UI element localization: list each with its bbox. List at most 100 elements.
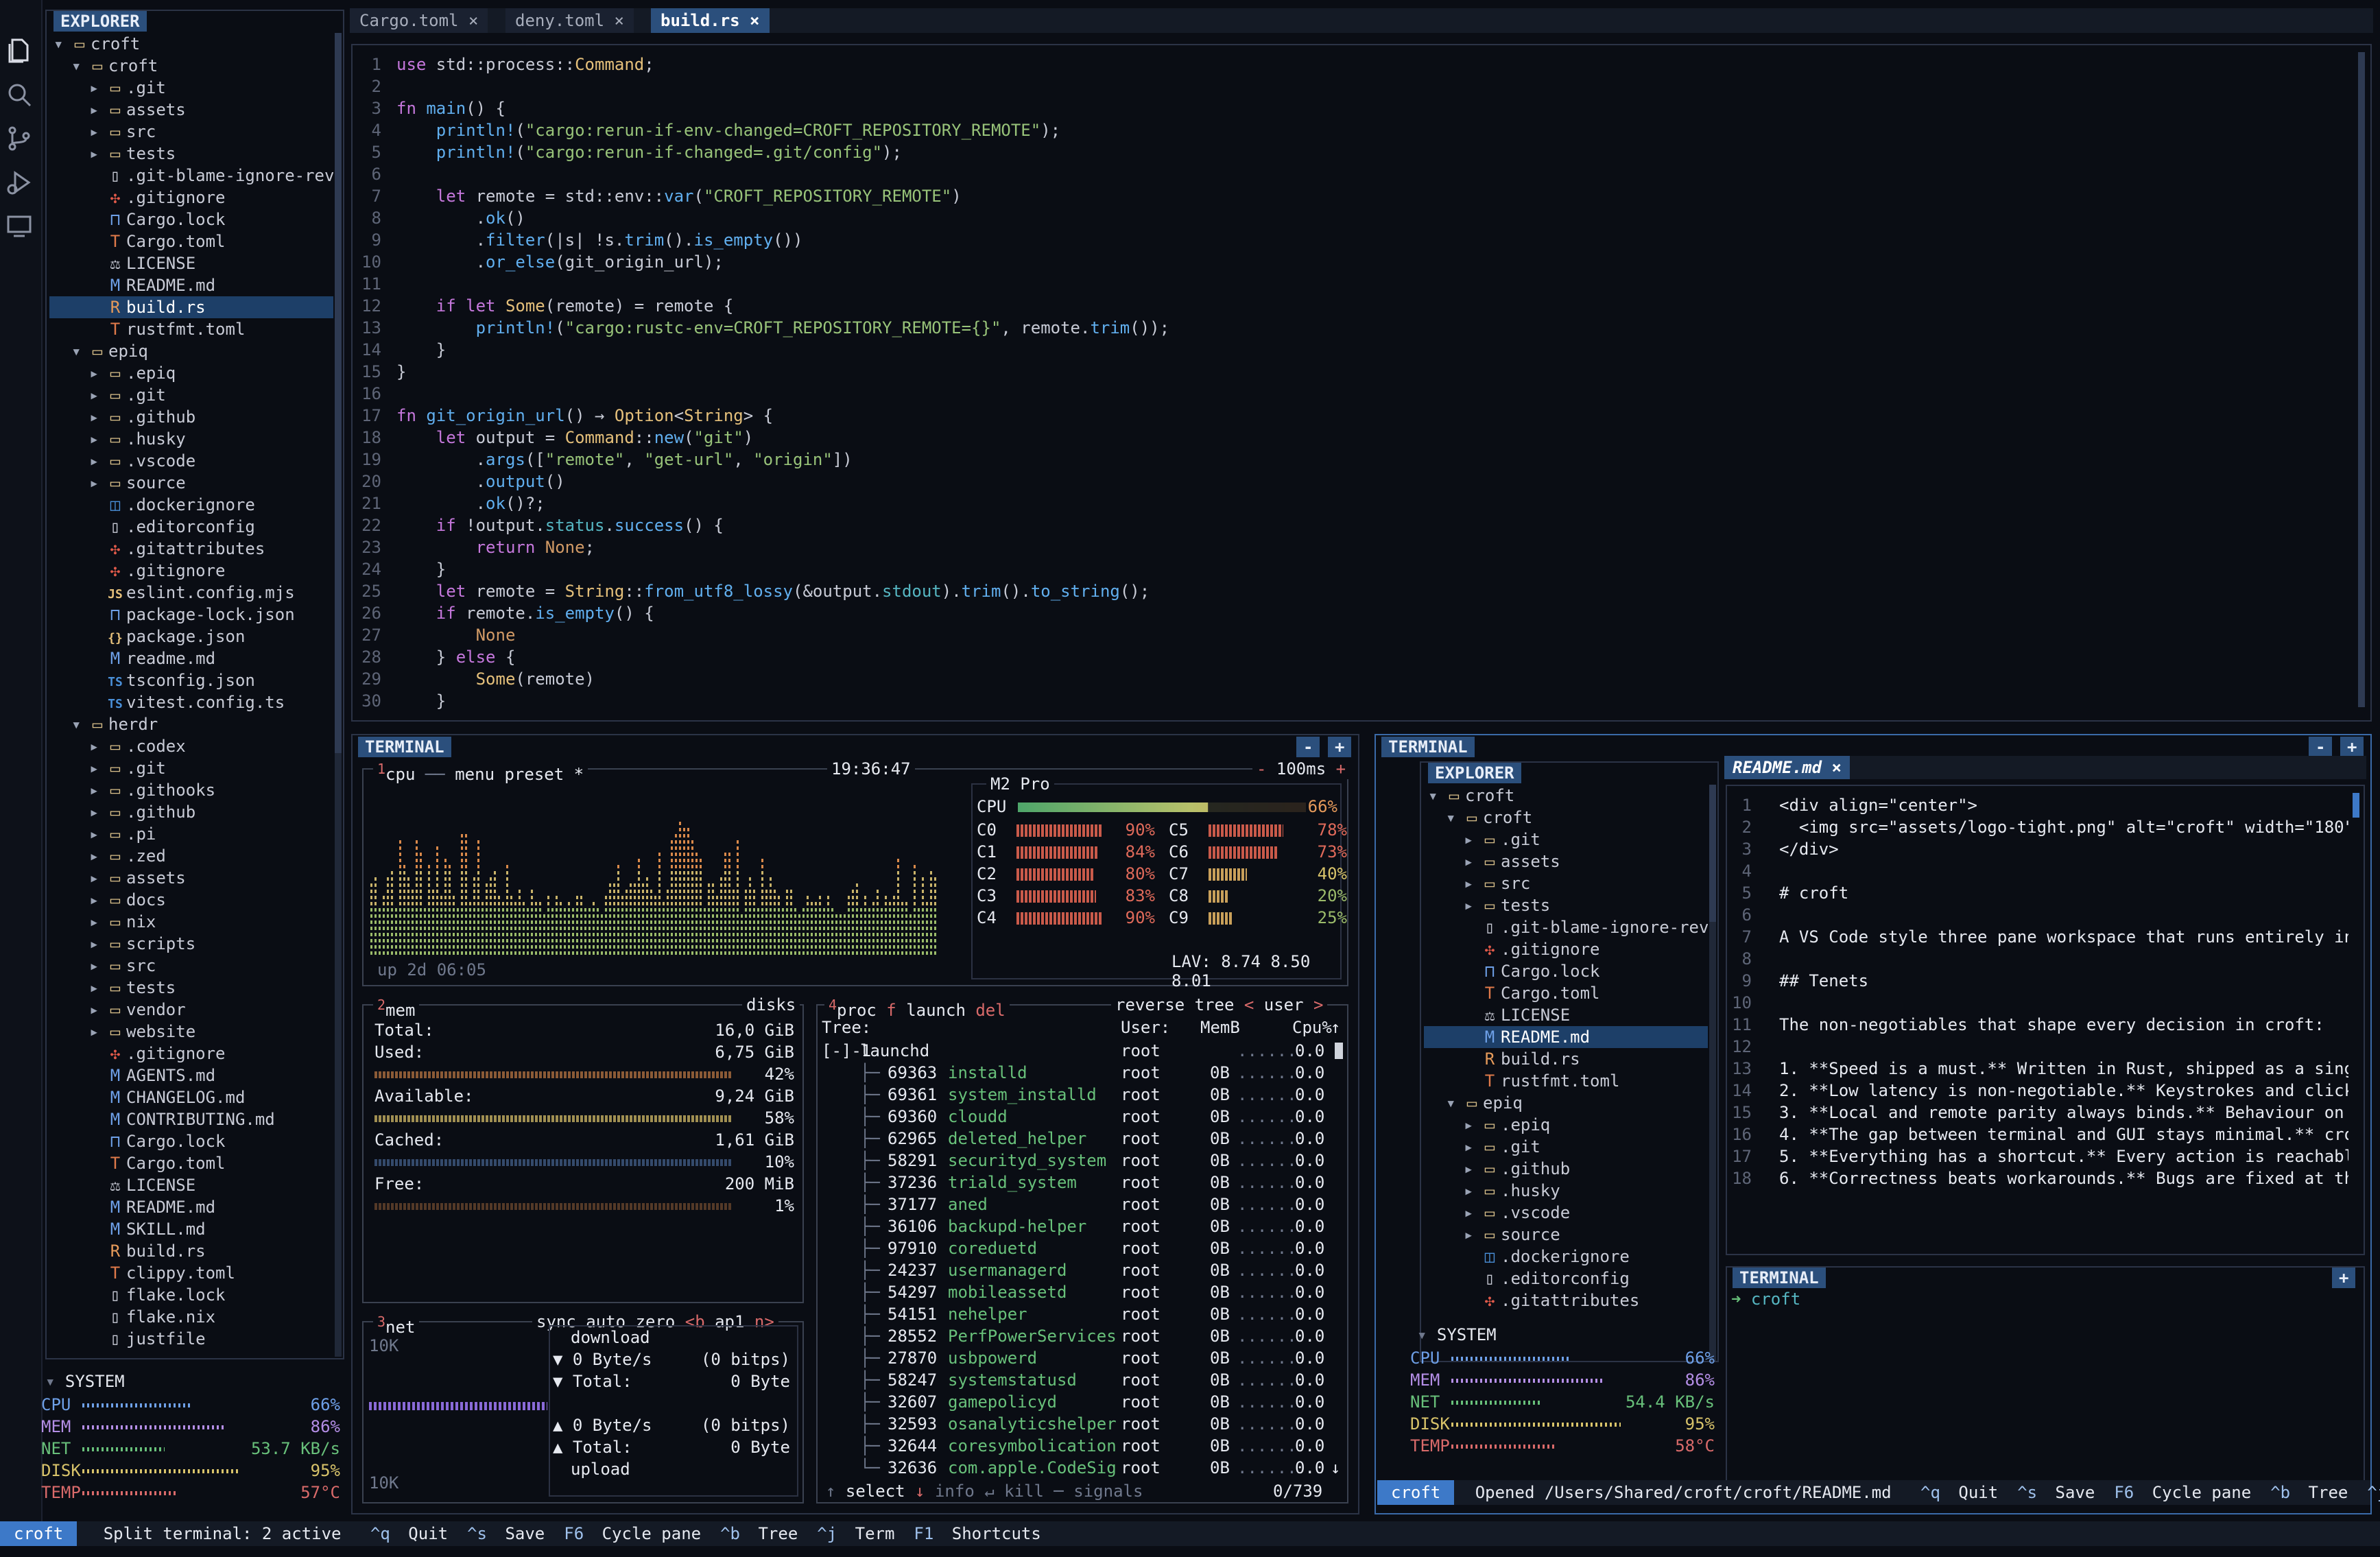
btop-proc-sort-prev[interactable]: < [1244, 995, 1254, 1014]
chevron-right-icon[interactable]: ▸ [89, 845, 107, 867]
chevron-right-icon[interactable]: ▸ [89, 999, 107, 1021]
chevron-right-icon[interactable]: ▸ [1464, 1136, 1481, 1158]
tree-file[interactable]: ▯ .editorconfig [1424, 1268, 1708, 1289]
tree-file[interactable]: ▯ flake.nix [49, 1306, 333, 1328]
process-row[interactable]: ├─ 27870 usbpowerd root 0B...... 0.0 [822, 1347, 1343, 1369]
tree-folder[interactable]: ▸ ▭ assets [49, 867, 333, 889]
inner-tab-readme[interactable]: README.md × [1724, 756, 1850, 779]
tree-folder[interactable]: ▾ ▭ croft [49, 33, 333, 55]
tree-file[interactable]: T Cargo.toml [49, 230, 333, 252]
code-line[interactable]: 10 .or_else(git_origin_url); [357, 251, 2346, 273]
inner-code-line[interactable]: 15 3. **Local and remote parity always bi… [1731, 1102, 2348, 1124]
terminal-left-minimize-button[interactable]: - [1296, 737, 1320, 757]
tree-file[interactable]: Trustfmt.toml [49, 318, 333, 340]
chevron-right-icon[interactable]: ▸ [89, 779, 107, 801]
tree-file[interactable]: TS vitest.config.ts [49, 691, 333, 713]
code-line[interactable]: 16 [357, 383, 2346, 405]
process-row[interactable]: ├─ 24237 usermanagerd root 0B...... 0.0 [822, 1259, 1343, 1281]
chevron-down-icon[interactable]: ▾ [1446, 1092, 1464, 1114]
tree-folder[interactable]: ▸ ▭ .husky [1424, 1180, 1708, 1202]
process-row[interactable]: ├─ 37236 triald_system root 0B...... 0.0 [822, 1172, 1343, 1193]
process-row[interactable]: ├─ 54297 mobileassetd root 0B...... 0.0 [822, 1281, 1343, 1303]
btop-proc-kill[interactable]: kill [1004, 1482, 1044, 1501]
tab-cargo-toml[interactable]: Cargo.toml × [350, 8, 488, 33]
process-list[interactable]: [-]-1 launchd root...... 0.0 ├─ 69363 installd… [822, 1040, 1343, 1479]
code-line[interactable]: 21 .ok()?; [357, 492, 2346, 514]
inner-code-line[interactable]: 11 The non-negotiables that shape every d… [1731, 1014, 2348, 1036]
tree-file[interactable]: ✣ .gitignore [1424, 938, 1708, 960]
code-line[interactable]: 26 if remote.is_empty() { [357, 602, 2346, 624]
inner-terminal[interactable]: TERMINAL + ➜ croft [1726, 1266, 2365, 1487]
tree-file[interactable]: ⊓ Cargo.lock [49, 209, 333, 230]
process-row[interactable]: ├─ 97910 coreduetd root 0B...... 0.0 [822, 1237, 1343, 1259]
btop-proc-label[interactable]: proc [837, 1001, 877, 1020]
chevron-right-icon[interactable]: ▸ [1464, 1224, 1481, 1246]
chevron-right-icon[interactable]: ▸ [89, 384, 107, 406]
code-line[interactable]: 25 let remote = String::from_utf8_lossy(… [357, 580, 2346, 602]
tab-close-icon[interactable]: × [459, 11, 478, 30]
inner-explorer-scrollbar-thumb[interactable] [1709, 785, 1716, 922]
tree-file[interactable]: M README.md [49, 1196, 333, 1218]
chevron-right-icon[interactable]: ▸ [89, 757, 107, 779]
chevron-down-icon[interactable]: ▾ [71, 340, 89, 362]
shortcut-hint[interactable]: F1 Shortcuts [914, 1524, 1040, 1543]
inner-code-line[interactable]: 14 2. **Low latency is non-negotiable.** … [1731, 1080, 2348, 1102]
process-row[interactable]: ├─ 58291 securityd_system root 0B...... 0.0 [822, 1150, 1343, 1172]
code-line[interactable]: 12 if let Some(remote) = remote { [357, 295, 2346, 317]
btop-menu[interactable]: menu [455, 765, 495, 784]
source-control-icon[interactable] [4, 123, 34, 154]
process-row[interactable]: ├─ 69361 system_installd root 0B...... 0.0 [822, 1084, 1343, 1106]
btop-proc-del[interactable]: del [975, 1001, 1005, 1020]
tree-file[interactable]: M CONTRIBUTING.md [49, 1108, 333, 1130]
tree-file[interactable]: ✣ .gitattributes [1424, 1289, 1708, 1311]
tree-folder[interactable]: ▸ ▭ .pi [49, 823, 333, 845]
tree-folder[interactable]: ▸ ▭ nix [49, 911, 333, 933]
chevron-right-icon[interactable]: ▸ [1464, 872, 1481, 894]
remote-explorer-icon[interactable] [4, 211, 34, 241]
code-line[interactable]: 29 Some(remote) [357, 668, 2346, 690]
tree-file[interactable]: M README.md [1424, 1026, 1708, 1048]
tree-file[interactable]: ⚖ LICENSE [1424, 1004, 1708, 1026]
code-line[interactable]: 14 } [357, 339, 2346, 361]
tree-folder[interactable]: ▸ ▭ src [1424, 872, 1708, 894]
chevron-right-icon[interactable]: ▸ [1464, 851, 1481, 872]
chevron-right-icon[interactable]: ▸ [89, 955, 107, 977]
shortcut-hint[interactable]: ^s Save [2017, 1483, 2095, 1502]
process-row[interactable]: ├─ 28552 PerfPowerServices root 0B...... 0.0 [822, 1325, 1343, 1347]
code-line[interactable]: 13 println!("cargo:rustc-env=CROFT_REPOS… [357, 317, 2346, 339]
inner-code-line[interactable]: 17 5. **Everything has a shortcut.** Ever… [1731, 1145, 2348, 1167]
btop-proc-info[interactable]: info [935, 1482, 975, 1501]
inner-code-line[interactable]: 8 [1731, 948, 2348, 970]
chevron-down-icon[interactable]: ▾ [1428, 785, 1446, 807]
inner-code-line[interactable]: 10 [1731, 992, 2348, 1014]
tree-folder[interactable]: ▸ ▭ source [49, 472, 333, 494]
tree-folder[interactable]: ▸ ▭ docs [49, 889, 333, 911]
tree-file[interactable]: ◫ .dockerignore [49, 494, 333, 516]
tree-file[interactable]: Rbuild.rs [1424, 1048, 1708, 1070]
shortcut-hint[interactable]: ^j Term [2367, 1483, 2380, 1502]
chevron-right-icon[interactable]: ▸ [89, 428, 107, 450]
tree-folder[interactable]: ▾ ▭ epiq [1424, 1092, 1708, 1114]
chevron-right-icon[interactable]: ▸ [1464, 1114, 1481, 1136]
chevron-right-icon[interactable]: ▸ [89, 867, 107, 889]
inner-editor-scrollbar-thumb[interactable] [2353, 793, 2359, 818]
btop-proc-tree[interactable]: tree [1195, 995, 1235, 1014]
tree-folder[interactable]: ▸ ▭ .zed [49, 845, 333, 867]
inner-code-line[interactable]: 16 4. **The gap between terminal and GUI … [1731, 1124, 2348, 1145]
code-line[interactable]: 3 fn main() { [357, 97, 2346, 119]
tree-file[interactable]: Tclippy.toml [49, 1262, 333, 1284]
process-row[interactable]: [-]-1 launchd root...... 0.0 [822, 1040, 1343, 1062]
tree-folder[interactable]: ▸ ▭ .git [49, 757, 333, 779]
tree-file[interactable]: ▯ .git-blame-ignore-rev [49, 165, 333, 187]
chevron-right-icon[interactable]: ▸ [89, 889, 107, 911]
btop-proc-sort[interactable]: user [1264, 995, 1304, 1014]
btop-proc-filter[interactable]: launch [906, 1001, 966, 1020]
code-line[interactable]: 15} [357, 361, 2346, 383]
chevron-right-icon[interactable]: ▸ [89, 99, 107, 121]
inner-terminal-add-button[interactable]: + [2332, 1268, 2356, 1288]
tree-file[interactable]: ▯ justfile [49, 1328, 333, 1350]
chevron-right-icon[interactable]: ▸ [89, 801, 107, 823]
tree-folder[interactable]: ▸ ▭ .git [1424, 1136, 1708, 1158]
inner-code-line[interactable]: 13 1. **Speed is a must.** Written in Rus… [1731, 1058, 2348, 1080]
tree-folder[interactable]: ▸ ▭ assets [49, 99, 333, 121]
